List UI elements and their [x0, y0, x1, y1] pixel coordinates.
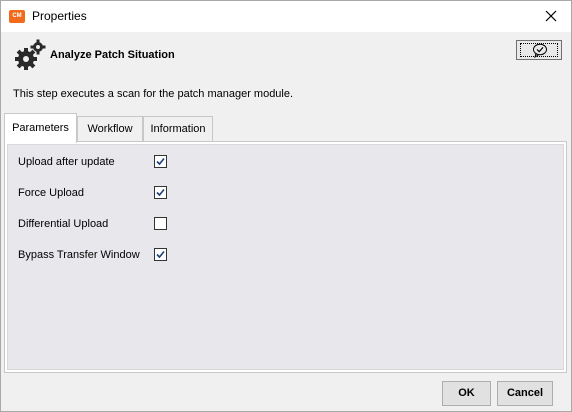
differential-upload-checkbox[interactable] — [154, 217, 167, 230]
checkmark-icon — [156, 157, 165, 166]
properties-dialog: CM Properties Analyze Patch Situation Th… — [0, 0, 572, 412]
param-label: Bypass Transfer Window — [18, 249, 140, 261]
checkmark-icon — [156, 250, 165, 259]
bypass-transfer-window-checkbox[interactable] — [154, 248, 167, 261]
param-label: Differential Upload — [18, 218, 109, 230]
step-title: Analyze Patch Situation — [50, 49, 175, 61]
app-logo-icon: CM — [9, 10, 25, 23]
step-header: Analyze Patch Situation This step execut… — [1, 32, 571, 112]
tab-information[interactable]: Information — [143, 116, 213, 142]
parameters-panel: Upload after update Force Upload Differe… — [4, 141, 567, 373]
step-description: This step executes a scan for the patch … — [13, 88, 294, 100]
upload-after-update-checkbox[interactable] — [154, 155, 167, 168]
tab-parameters[interactable]: Parameters — [4, 113, 77, 143]
dialog-footer: OK Cancel — [1, 374, 571, 411]
close-button[interactable] — [539, 4, 563, 28]
feedback-button[interactable] — [516, 40, 562, 60]
close-icon — [545, 10, 557, 22]
speech-bubble-check-icon — [533, 43, 547, 58]
cancel-button[interactable]: Cancel — [497, 381, 553, 406]
tab-workflow[interactable]: Workflow — [77, 116, 143, 142]
ok-button[interactable]: OK — [442, 381, 491, 406]
param-label: Force Upload — [18, 187, 85, 199]
window-title: Properties — [32, 9, 87, 23]
force-upload-checkbox[interactable] — [154, 186, 167, 199]
parameters-list: Upload after update Force Upload Differe… — [7, 144, 564, 370]
title-bar: CM Properties — [1, 1, 571, 32]
gears-icon — [13, 38, 47, 72]
checkmark-icon — [156, 188, 165, 197]
param-label: Upload after update — [18, 156, 115, 168]
